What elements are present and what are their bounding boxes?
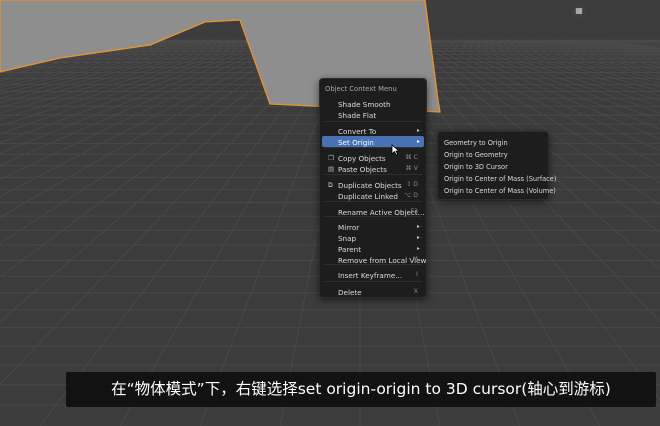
mouse-cursor-icon: [391, 141, 401, 160]
submenu-item-origin-to-3d-cursor[interactable]: Origin to 3D Cursor: [440, 161, 546, 172]
menu-separator: [324, 121, 422, 122]
submenu-arrow-icon: ▸: [416, 222, 420, 230]
menu-item-label: Duplicate Linked: [338, 191, 398, 201]
menu-item-shortcut: I: [416, 270, 418, 278]
menu-item-label: Shade Flat: [338, 110, 377, 120]
menu-separator: [324, 281, 422, 282]
submenu-arrow-icon: ▸: [416, 126, 420, 134]
menu-item-duplicate-linked[interactable]: Duplicate Linked ⌥ D: [322, 190, 424, 201]
menu-item-delete[interactable]: Delete X: [322, 286, 424, 297]
menu-item-shortcut: ⌘ V: [405, 164, 418, 172]
submenu-item-label: Origin to Geometry: [444, 151, 508, 159]
menu-item-remove-from-local-view[interactable]: Remove from Local View M: [322, 254, 426, 265]
submenu-item-label: Geometry to Origin: [444, 139, 508, 147]
menu-item-shade-flat[interactable]: Shade Flat: [322, 109, 424, 120]
menu-item-label: Duplicate Objects: [338, 180, 402, 190]
menu-item-convert-to[interactable]: Convert To ▸: [322, 125, 424, 136]
menu-separator: [324, 147, 422, 148]
menu-item-label: Set Origin: [338, 137, 374, 147]
menu-item-shortcut: ⌥ D: [404, 191, 418, 199]
submenu-item-geometry-to-origin[interactable]: Geometry to Origin: [440, 137, 546, 148]
menu-title: Object Context Menu: [325, 85, 397, 93]
submenu-item-label: Origin to Center of Mass (Volume): [444, 187, 556, 195]
submenu-item-origin-to-center-of-mass-volume[interactable]: Origin to Center of Mass (Volume): [440, 185, 556, 196]
menu-item-label: Delete: [338, 287, 362, 297]
menu-item-label: Paste Objects: [338, 164, 387, 174]
menu-item-shade-smooth[interactable]: Shade Smooth: [322, 98, 424, 109]
menu-item-label: Mirror: [338, 222, 360, 232]
submenu-item-label: Origin to 3D Cursor: [444, 163, 508, 171]
menu-item-set-origin[interactable]: Set Origin ▸: [322, 136, 424, 147]
duplicate-icon: ⧉: [328, 181, 333, 189]
paste-icon: ▤: [328, 165, 335, 173]
menu-item-copy-objects[interactable]: ❐ Copy Objects ⌘ C: [322, 152, 424, 163]
menu-separator: [324, 174, 422, 175]
menu-item-label: Parent: [338, 244, 362, 254]
menu-item-label: Shade Smooth: [338, 99, 391, 109]
submenu-item-label: Origin to Center of Mass (Surface): [444, 175, 557, 183]
grid-view-icon[interactable]: ▦: [572, 4, 586, 18]
menu-item-shortcut: ⇧ D: [406, 180, 418, 188]
menu-item-parent[interactable]: Parent ▸: [322, 243, 424, 254]
submenu-item-origin-to-center-of-mass-surface[interactable]: Origin to Center of Mass (Surface): [440, 173, 556, 184]
menu-item-snap[interactable]: Snap ▸: [322, 232, 424, 243]
menu-item-insert-keyframe[interactable]: Insert Keyframe... I: [322, 269, 424, 280]
submenu-arrow-icon: ▸: [416, 233, 420, 241]
menu-item-mirror[interactable]: Mirror ▸: [322, 221, 424, 232]
menu-item-label: Insert Keyframe...: [338, 270, 403, 280]
set-origin-submenu: Geometry to Origin Origin to Geometry Orig…: [437, 131, 556, 200]
menu-item-rename-active-object[interactable]: Rename Active Object... F2: [322, 206, 425, 217]
menu-item-label: Convert To: [338, 126, 377, 136]
video-subtitle: 在“物体模式”下，右键选择set origin-origin to 3D cur…: [66, 372, 656, 407]
copy-icon: ❐: [328, 154, 334, 162]
menu-item-shortcut: F2: [410, 207, 419, 215]
menu-separator: [324, 201, 422, 202]
submenu-arrow-icon: ▸: [416, 244, 420, 252]
menu-item-label: Copy Objects: [338, 153, 386, 163]
menu-item-shortcut: X: [413, 287, 418, 295]
menu-item-duplicate-objects[interactable]: ⧉ Duplicate Objects ⇧ D: [322, 179, 424, 190]
menu-item-shortcut: M: [412, 255, 418, 263]
submenu-item-origin-to-geometry[interactable]: Origin to Geometry: [440, 149, 546, 160]
menu-item-label: Snap: [338, 233, 357, 243]
submenu-arrow-icon: ▸: [416, 137, 420, 145]
object-context-menu: Object Context Menu Shade Smooth Shade Fl…: [319, 78, 427, 298]
menu-item-paste-objects[interactable]: ▤ Paste Objects ⌘ V: [322, 163, 424, 174]
menu-item-shortcut: ⌘ C: [405, 153, 418, 161]
